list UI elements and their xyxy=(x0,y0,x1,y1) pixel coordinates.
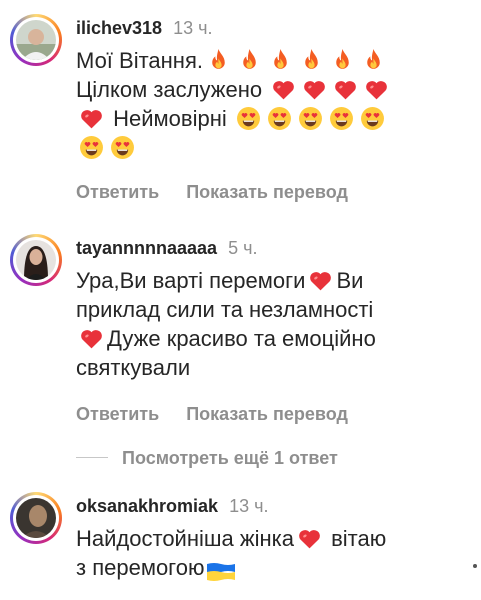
avatar[interactable] xyxy=(10,492,62,544)
heart-emoji-icon xyxy=(79,326,104,351)
heart-emoji-icon xyxy=(271,77,296,102)
reply-button[interactable]: Ответить xyxy=(76,182,159,202)
fire-emoji-icon xyxy=(237,48,262,73)
avatar[interactable] xyxy=(10,14,62,66)
reply-button[interactable]: Ответить xyxy=(76,404,159,424)
fire-emoji-icon xyxy=(330,48,355,73)
show-translation-button[interactable]: Показать перевод xyxy=(186,404,348,424)
fire-emoji-icon xyxy=(361,48,386,73)
heart-eyes-emoji-icon xyxy=(329,106,354,131)
heart-eyes-emoji-icon xyxy=(267,106,292,131)
avatar-photo xyxy=(16,20,56,60)
heart-eyes-emoji-icon xyxy=(360,106,385,131)
timestamp: 5 ч. xyxy=(228,238,258,258)
fire-emoji-icon xyxy=(206,48,231,73)
comment-text: Мої Вітання. Цілком заслужено Неймовірні xyxy=(76,46,471,162)
heart-emoji-icon xyxy=(364,77,389,102)
fire-emoji-icon xyxy=(299,48,324,73)
view-more-replies-label: Посмотреть ещё 1 ответ xyxy=(122,448,338,468)
heart-emoji-icon xyxy=(297,526,322,551)
fire-emoji-icon xyxy=(268,48,293,73)
heart-emoji-icon xyxy=(302,77,327,102)
heart-emoji-icon xyxy=(79,106,104,131)
heart-eyes-emoji-icon xyxy=(79,135,104,160)
timestamp: 13 ч. xyxy=(173,18,213,38)
avatar-photo xyxy=(16,498,56,538)
heart-eyes-emoji-icon xyxy=(236,106,261,131)
avatar-photo xyxy=(16,240,56,280)
heart-eyes-emoji-icon xyxy=(110,135,135,160)
comment-text: Найдостойніша жінка вітаю з перемогою xyxy=(76,524,471,583)
timestamp: 13 ч. xyxy=(229,496,269,516)
scroll-indicator xyxy=(473,564,477,568)
username[interactable]: ilichev318 xyxy=(76,18,162,38)
comment-text: Ура,Ви варті перемоги Ви приклад сили та н… xyxy=(76,268,376,380)
divider-line xyxy=(76,457,108,458)
heart-emoji-icon xyxy=(308,268,333,293)
avatar[interactable] xyxy=(10,234,62,286)
username[interactable]: oksanakhromiak xyxy=(76,496,218,516)
show-translation-button[interactable]: Показать перевод xyxy=(186,182,348,202)
ua-flag-emoji-icon xyxy=(207,558,236,583)
heart-emoji-icon xyxy=(333,77,358,102)
username[interactable]: tayannnnnaaaaa xyxy=(76,238,217,258)
view-more-replies-button[interactable]: Посмотреть ещё 1 ответ xyxy=(76,448,338,469)
heart-eyes-emoji-icon xyxy=(298,106,323,131)
